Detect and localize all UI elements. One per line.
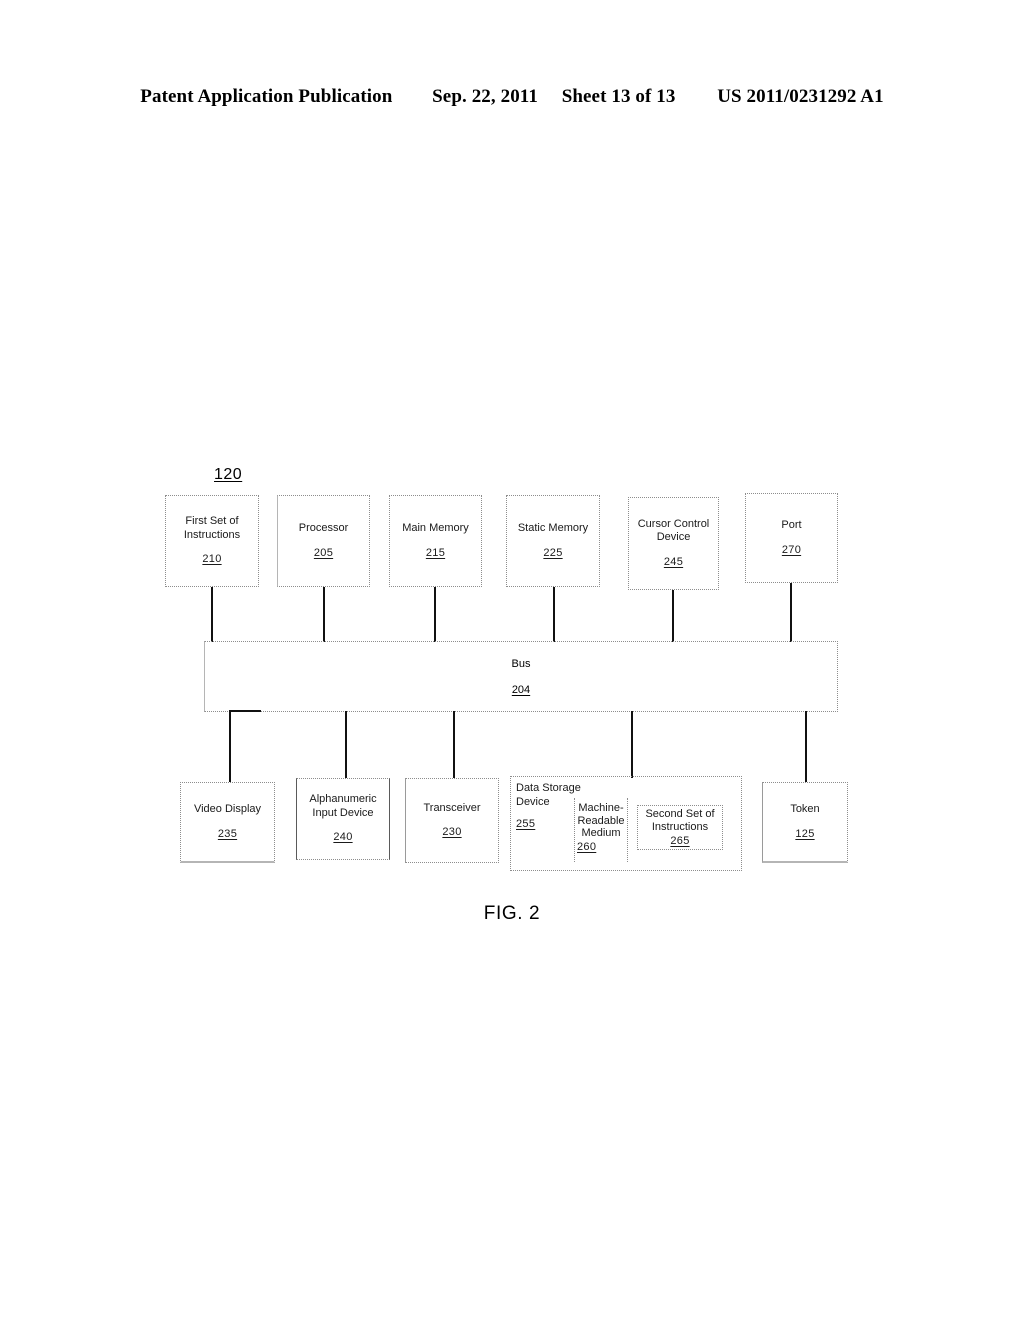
block-video-display: Video Display 235: [180, 782, 275, 863]
connector-static-memory: [553, 587, 555, 642]
block-ref: 265: [670, 834, 690, 847]
connector-cursor-control-device: [672, 590, 674, 642]
block-machine-readable-medium: Machine- Readable Medium 260: [574, 798, 628, 862]
block-alphanumeric-input-device: Alphanumeric Input Device 240: [296, 778, 390, 860]
connector-video-display: [229, 711, 231, 782]
block-port: Port 270: [745, 493, 838, 583]
block-ref: 215: [425, 546, 446, 559]
block-ref: 235: [217, 827, 238, 840]
bus-ref: 204: [511, 683, 531, 696]
block-first-set-of-instructions: First Set of Instructions 210: [165, 495, 259, 587]
block-bus: Bus 204: [204, 641, 838, 712]
block-ref: 255: [516, 818, 536, 830]
connector-processor: [323, 587, 325, 642]
figure-2-diagram: 120 First Set of Instructions 210 Proces…: [0, 0, 1024, 1320]
block-ref: 225: [543, 546, 563, 559]
block-ref: 240: [333, 831, 353, 844]
block-ref: 125: [795, 827, 815, 840]
block-second-set-of-instructions: Second Set of Instructions 265: [637, 805, 723, 850]
block-label: Processor: [298, 522, 349, 534]
connector-token: [805, 711, 807, 782]
block-label: Machine- Readable Medium: [577, 802, 625, 839]
bus-label: Bus: [511, 657, 531, 670]
block-label: Token: [790, 803, 820, 815]
block-transceiver: Transceiver 230: [405, 778, 499, 863]
block-label: First Set of Instructions: [183, 515, 241, 541]
connector-data-storage-device: [631, 711, 633, 778]
block-cursor-control-device: Cursor Control Device 245: [628, 497, 719, 590]
figure-caption: FIG. 2: [483, 903, 541, 924]
block-processor: Processor 205: [277, 495, 370, 587]
connector-first-set-of-instructions: [211, 587, 213, 642]
connector-port: [790, 583, 792, 642]
block-label: Main Memory: [402, 522, 469, 534]
block-ref: 260: [577, 840, 597, 853]
block-ref: 270: [781, 543, 802, 556]
connector-main-memory: [434, 587, 436, 642]
system-reference-numeral: 120: [214, 466, 243, 483]
block-label: Static Memory: [517, 522, 589, 534]
block-label: Port: [781, 519, 802, 531]
block-ref: 230: [442, 826, 462, 838]
block-label: Video Display: [193, 803, 262, 815]
block-label: Alphanumeric Input Device: [309, 793, 377, 819]
block-static-memory: Static Memory 225: [506, 495, 600, 587]
block-label: Transceiver: [423, 801, 481, 814]
connector-transceiver: [453, 711, 455, 778]
block-main-memory: Main Memory 215: [389, 495, 482, 587]
bus-bottom-stub: [229, 710, 261, 712]
block-token: Token 125: [762, 782, 848, 863]
block-label: Second Set of Instructions: [645, 807, 715, 833]
block-ref: 210: [202, 553, 222, 566]
block-ref: 245: [663, 555, 684, 568]
block-label: Cursor Control Device: [637, 517, 710, 544]
block-ref: 205: [313, 546, 334, 559]
connector-alphanumeric-input-device: [345, 711, 347, 778]
block-label: Data Storage Device: [516, 782, 581, 808]
